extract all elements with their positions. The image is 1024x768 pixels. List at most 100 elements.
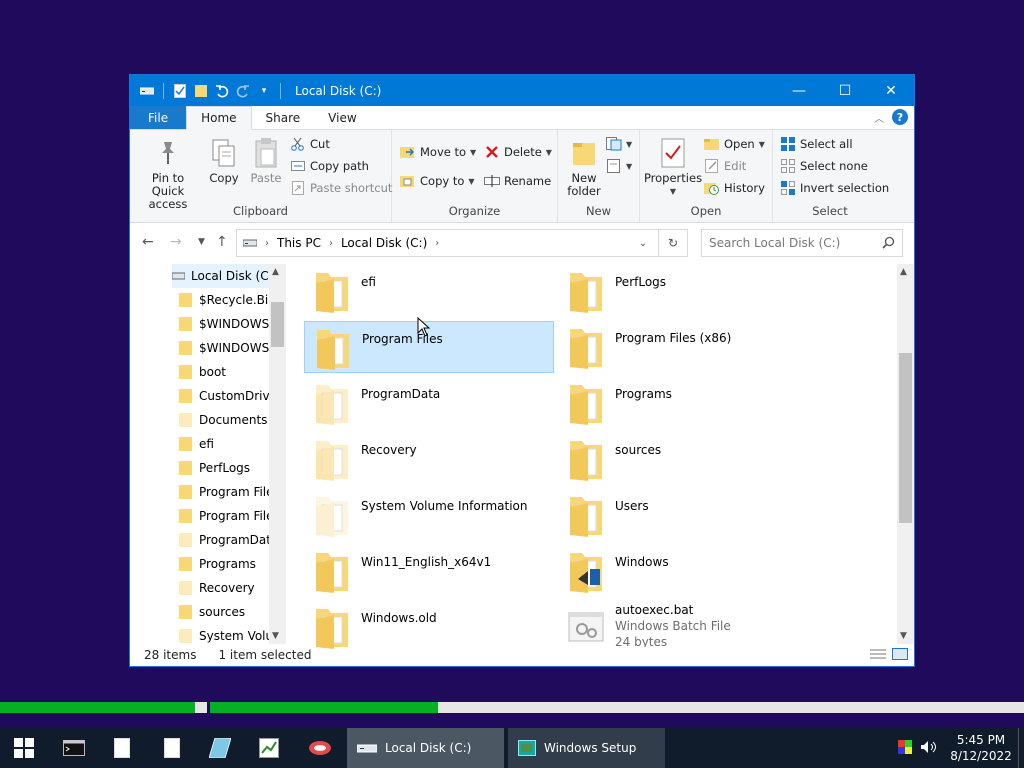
minimize-button[interactable]: —	[776, 75, 822, 106]
file-scrollbar[interactable]: ▲ ▼	[897, 264, 914, 644]
folder-item[interactable]: PerfLogs	[558, 265, 808, 317]
new-folder-button[interactable]: New folder	[564, 136, 604, 198]
copy-path-button[interactable]: Copy path	[290, 156, 369, 176]
folder-item[interactable]: Windows	[558, 545, 808, 597]
chart-app-icon[interactable]	[245, 728, 293, 768]
tree-item[interactable]: $Recycle.Bin	[179, 288, 276, 312]
copy-button[interactable]: Copy	[206, 136, 242, 185]
tree-item[interactable]: sources	[179, 600, 245, 624]
tree-item[interactable]: System Volun	[179, 624, 281, 644]
tree-item[interactable]: Programs	[179, 552, 256, 576]
folder-item[interactable]: System Volume Information	[304, 489, 554, 541]
delete-button[interactable]: Delete ▼	[484, 142, 552, 162]
scroll-up-icon[interactable]: ▲	[272, 267, 279, 277]
tree-item[interactable]: efi	[179, 432, 214, 456]
easy-access-button[interactable]: ▼	[606, 156, 632, 176]
breadcrumb-this-pc[interactable]: This PC	[277, 236, 321, 250]
folder-item[interactable]: Program Files (x86)	[558, 321, 808, 373]
select-none-button[interactable]: Select none	[780, 156, 868, 176]
tree-item[interactable]: boot	[179, 360, 226, 384]
history-button[interactable]: History	[704, 178, 765, 198]
folder-item[interactable]: Programs	[558, 377, 808, 429]
folder-icon	[179, 509, 192, 523]
tree-root-local-disk[interactable]: Local Disk (C:)	[171, 264, 277, 288]
folder-item[interactable]: ProgramData	[304, 377, 554, 429]
address-bar[interactable]: › This PC › Local Disk (C:) › ⌄	[236, 229, 688, 257]
tab-view[interactable]: View	[314, 106, 370, 129]
search-input[interactable]: Search Local Disk (C:)	[701, 229, 903, 257]
tree-item[interactable]: Program Files	[179, 480, 280, 504]
breadcrumb-chevron-icon[interactable]: ›	[435, 238, 439, 249]
move-to-button[interactable]: Move to ▼	[400, 142, 476, 162]
open-button[interactable]: Open ▼	[704, 134, 765, 154]
navigation-pane[interactable]: Local Disk (C:) $Recycle.Bin $WINDOWS.~ $W…	[130, 264, 287, 644]
tree-item[interactable]: $WINDOWS.~	[179, 312, 283, 336]
folder-item[interactable]: Users	[558, 489, 808, 541]
qat-dropdown-icon[interactable]: ▾	[255, 82, 273, 100]
redo-icon[interactable]	[234, 82, 252, 100]
recent-locations-icon[interactable]: ▼	[198, 237, 205, 247]
folder-item[interactable]: sources	[558, 433, 808, 485]
document-icon[interactable]	[148, 728, 196, 768]
folder-item[interactable]: Recovery	[304, 433, 554, 485]
tree-item[interactable]: ProgramData	[179, 528, 278, 552]
tree-item[interactable]: CustomDrive	[179, 384, 277, 408]
taskbar-explorer-task[interactable]: Local Disk (C:)	[347, 728, 504, 768]
show-desktop-button[interactable]	[1018, 728, 1024, 768]
breadcrumb-local-disk[interactable]: Local Disk (C:)	[341, 236, 427, 250]
tree-item[interactable]: Documents a	[179, 408, 279, 432]
command-prompt-icon[interactable]	[50, 728, 98, 768]
nav-scrollbar-thumb[interactable]	[271, 302, 284, 347]
properties-button[interactable]: Properties ▼	[644, 136, 702, 198]
tree-item[interactable]: Program Files	[179, 504, 280, 528]
folder-item[interactable]: efi	[304, 265, 554, 317]
help-icon[interactable]: ?	[892, 109, 908, 125]
new-item-button[interactable]: ▼	[606, 134, 632, 154]
notepad-icon[interactable]	[98, 728, 146, 768]
properties-icon[interactable]	[171, 82, 189, 100]
taskbar-setup-task[interactable]: Windows Setup	[508, 728, 665, 768]
disk-tool-icon[interactable]	[196, 728, 244, 768]
select-all-button[interactable]: Select all	[780, 134, 853, 154]
color-app-icon[interactable]	[898, 739, 912, 757]
edit-button[interactable]: Edit	[704, 156, 746, 176]
tab-share[interactable]: Share	[252, 106, 315, 129]
invert-selection-button[interactable]: Invert selection	[780, 178, 889, 198]
volume-icon[interactable]	[920, 740, 938, 757]
back-arrow-icon[interactable]: ←	[142, 234, 154, 250]
nav-scrollbar[interactable]: ▲ ▼	[269, 264, 286, 644]
paint-app-icon[interactable]	[296, 728, 344, 768]
close-button[interactable]: ✕	[868, 75, 914, 106]
scroll-down-icon[interactable]: ▼	[272, 631, 279, 641]
scroll-up-icon[interactable]: ▲	[900, 267, 907, 277]
large-icons-view-icon[interactable]	[892, 648, 908, 663]
file-scrollbar-thumb[interactable]	[899, 353, 912, 523]
collapse-ribbon-icon[interactable]: ︿	[874, 110, 884, 125]
tab-file[interactable]: File	[130, 106, 187, 129]
up-arrow-icon[interactable]: ↑	[216, 234, 228, 250]
breadcrumb-chevron-icon[interactable]: ›	[329, 238, 333, 249]
start-button[interactable]	[0, 728, 48, 768]
rename-button[interactable]: Rename	[484, 171, 551, 191]
scroll-down-icon[interactable]: ▼	[900, 631, 907, 641]
title-bar[interactable]: ▾ Local Disk (C:) — ☐ ✕	[130, 75, 914, 106]
clock[interactable]: 5:45 PM 8/12/2022	[944, 732, 1018, 764]
refresh-button[interactable]: ↻	[658, 229, 688, 257]
details-view-icon[interactable]	[870, 648, 886, 663]
forward-arrow-icon[interactable]: →	[170, 234, 182, 250]
new-folder-qat-icon[interactable]	[192, 82, 210, 100]
maximize-button[interactable]: ☐	[822, 75, 868, 106]
breadcrumb-chevron-icon[interactable]: ›	[265, 238, 269, 249]
paste-button[interactable]: Paste	[248, 136, 284, 185]
tree-item[interactable]: PerfLogs	[179, 456, 250, 480]
undo-icon[interactable]	[213, 82, 231, 100]
tree-item[interactable]: Recovery	[179, 576, 255, 600]
folder-item[interactable]: Win11_English_x64v1	[304, 545, 554, 597]
address-dropdown-icon[interactable]: ⌄	[629, 230, 657, 256]
copy-to-button[interactable]: Copy to ▼	[400, 171, 475, 191]
pin-to-quick-access-button[interactable]: Pin to Quick access	[136, 136, 200, 211]
tree-item[interactable]: $WINDOWS.~	[179, 336, 283, 360]
cut-button[interactable]: Cut	[290, 134, 330, 154]
tab-home[interactable]: Home	[186, 106, 252, 130]
paste-shortcut-button[interactable]: Paste shortcut	[290, 178, 392, 198]
